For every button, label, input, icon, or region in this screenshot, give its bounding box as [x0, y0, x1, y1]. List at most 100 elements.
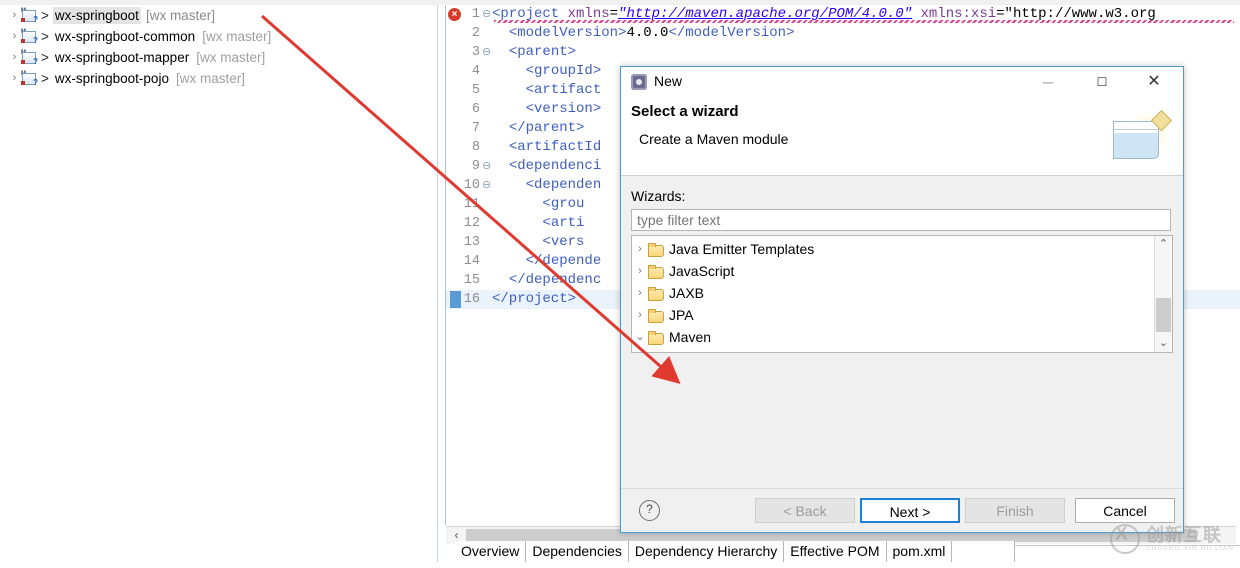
new-wizard-dialog: New ─ ☐ ✕ Select a wizard Create a Maven…: [620, 66, 1184, 533]
project-row[interactable]: ›M?> wx-springboot-mapper [wx master]: [0, 47, 437, 68]
wizard-item-label: Maven: [669, 329, 712, 345]
watermark-logo-icon: [1109, 524, 1140, 554]
wizard-tree-item[interactable]: Check out Maven Projects from SCM: [632, 348, 1154, 352]
expand-twisty-icon[interactable]: ›: [8, 47, 21, 68]
code-line[interactable]: 3 ⊖ <parent>: [446, 43, 1240, 62]
code-text: <groupId>: [525, 63, 602, 79]
expand-twisty-icon[interactable]: ›: [8, 68, 21, 89]
wizard-tree-item[interactable]: › Java Emitter Templates: [632, 238, 1154, 260]
maven-project-icon: M?: [21, 29, 38, 45]
watermark-text-cn: 创新互联: [1145, 524, 1222, 545]
wizards-label: Wizards:: [631, 188, 686, 204]
line-number: 13: [463, 235, 480, 250]
editor-tab[interactable]: Effective POM: [784, 541, 887, 562]
wizard-banner-icon: [1109, 103, 1175, 161]
close-icon[interactable]: ✕: [1131, 67, 1177, 97]
editor-tab[interactable]: Overview: [455, 541, 527, 562]
wizard-tree-item[interactable]: › JavaScript: [632, 260, 1154, 282]
error-marker-icon[interactable]: ×: [448, 8, 461, 21]
code-text: <parent>: [508, 44, 577, 60]
error-squiggle: [494, 20, 1234, 23]
dialog-heading: Select a wizard: [631, 103, 739, 120]
code-text: <modelVersion>4.0.0</modelVersion>: [508, 25, 795, 41]
line-number: 14: [463, 254, 480, 269]
wizard-item-label: Java Emitter Templates: [669, 241, 815, 257]
wizard-item-label: Check out Maven Projects from SCM: [688, 351, 918, 352]
line-number: 4: [471, 64, 480, 79]
line-number: 5: [471, 83, 480, 98]
folder-icon: [648, 309, 664, 323]
editor-tab-strip: Overview Dependencies Dependency Hierarchy…: [455, 541, 1016, 562]
expand-twisty-icon[interactable]: ›: [8, 26, 21, 47]
back-button[interactable]: < Back: [755, 498, 855, 523]
tree-expander-icon[interactable]: ›: [632, 282, 648, 304]
wizard-tree-box: › Java Emitter Templates › JavaScript › JAXB ›…: [631, 235, 1173, 353]
dialog-body: Wizards: › Java Emitter Templates › JavaScr…: [621, 176, 1183, 488]
folder-icon: [648, 287, 664, 301]
git-branch-label: [wx master]: [145, 8, 215, 23]
line-number: 3: [471, 45, 480, 60]
dialog-subheading: Create a Maven module: [639, 131, 789, 147]
line-number: 8: [471, 140, 480, 155]
scroll-up-icon[interactable]: ⌃: [1155, 236, 1172, 253]
tree-expander-icon[interactable]: ›: [632, 260, 648, 282]
watermark: 创新互联 CHUANG XIN HU LIAN: [1109, 524, 1234, 554]
line-selection-marker: [450, 291, 461, 308]
project-row[interactable]: ›M?> wx-springboot-pojo [wx master]: [0, 68, 437, 89]
fold-toggle-icon[interactable]: ⊖: [482, 44, 492, 63]
wizard-tree-list[interactable]: › Java Emitter Templates › JavaScript › JAXB ›…: [632, 236, 1154, 352]
project-name: wx-springboot-pojo: [54, 71, 169, 86]
code-text: <dependen: [525, 177, 602, 193]
dialog-title: New: [654, 73, 683, 89]
maven-project-icon: M?: [21, 8, 38, 24]
editor-tab[interactable]: Dependencies: [526, 541, 629, 562]
row-arrow-glyph: >: [41, 29, 49, 44]
wizard-tree-scrollbar[interactable]: ⌃ ⌄: [1154, 236, 1172, 352]
git-branch-label: [wx master]: [175, 71, 245, 86]
line-number: 6: [471, 102, 480, 117]
code-text: <vers: [542, 234, 585, 250]
code-line[interactable]: 2 <modelVersion>4.0.0</modelVersion>: [446, 24, 1240, 43]
tree-expander-icon[interactable]: ›: [632, 238, 648, 260]
row-arrow-glyph: >: [41, 8, 49, 23]
dialog-footer: ? < Back Next > Finish Cancel: [621, 488, 1183, 532]
editor-tab-filler: [952, 541, 1016, 562]
wizard-filter-input[interactable]: [631, 209, 1171, 231]
git-branch-label: [wx master]: [196, 50, 266, 65]
code-text: <version>: [525, 101, 602, 117]
wizard-item-label: JavaScript: [669, 263, 735, 279]
project-name: wx-springboot-common: [54, 29, 196, 44]
fold-toggle-icon[interactable]: ⊖: [482, 158, 492, 177]
code-text: </depende: [525, 253, 602, 269]
minimize-button[interactable]: ─: [1025, 67, 1071, 97]
package-explorer-panel: ›M?>wx-springboot[wx master]›M?>wx-sprin…: [0, 5, 438, 562]
project-row[interactable]: ›M?> wx-springboot-common [wx master]: [0, 26, 437, 47]
tree-expander-icon[interactable]: ›: [632, 304, 648, 326]
tree-expander-icon[interactable]: ⌄: [632, 326, 648, 348]
next-button[interactable]: Next >: [860, 498, 960, 523]
folder-icon: [648, 331, 664, 345]
maximize-button[interactable]: ☐: [1079, 67, 1125, 97]
wizard-tree-item[interactable]: › JPA: [632, 304, 1154, 326]
code-text: </project>: [492, 291, 577, 307]
finish-button[interactable]: Finish: [965, 498, 1065, 523]
scrollbar-thumb[interactable]: [1156, 298, 1171, 332]
help-icon[interactable]: ?: [639, 500, 660, 521]
project-row[interactable]: ›M?>wx-springboot [wx master]: [0, 5, 437, 26]
editor-tab[interactable]: pom.xml: [886, 541, 953, 562]
cancel-button[interactable]: Cancel: [1075, 498, 1175, 523]
row-arrow-glyph: >: [41, 50, 49, 65]
fold-toggle-icon[interactable]: ⊖: [482, 6, 492, 25]
fold-toggle-icon[interactable]: ⊖: [482, 177, 492, 196]
dialog-titlebar[interactable]: New ─ ☐ ✕: [621, 67, 1183, 97]
expand-twisty-icon[interactable]: ›: [8, 5, 21, 26]
watermark-text-pinyin: CHUANG XIN HU LIAN: [1145, 544, 1234, 552]
folder-icon: [648, 243, 664, 257]
wizard-tree-item[interactable]: ⌄ Maven: [632, 326, 1154, 348]
scroll-down-icon[interactable]: ⌄: [1155, 335, 1172, 352]
code-text: <artifactId: [508, 139, 602, 155]
wizard-icon: [631, 74, 647, 90]
wizard-tree-item[interactable]: › JAXB: [632, 282, 1154, 304]
editor-tab[interactable]: Dependency Hierarchy: [628, 541, 785, 562]
code-text: </parent>: [508, 120, 585, 136]
